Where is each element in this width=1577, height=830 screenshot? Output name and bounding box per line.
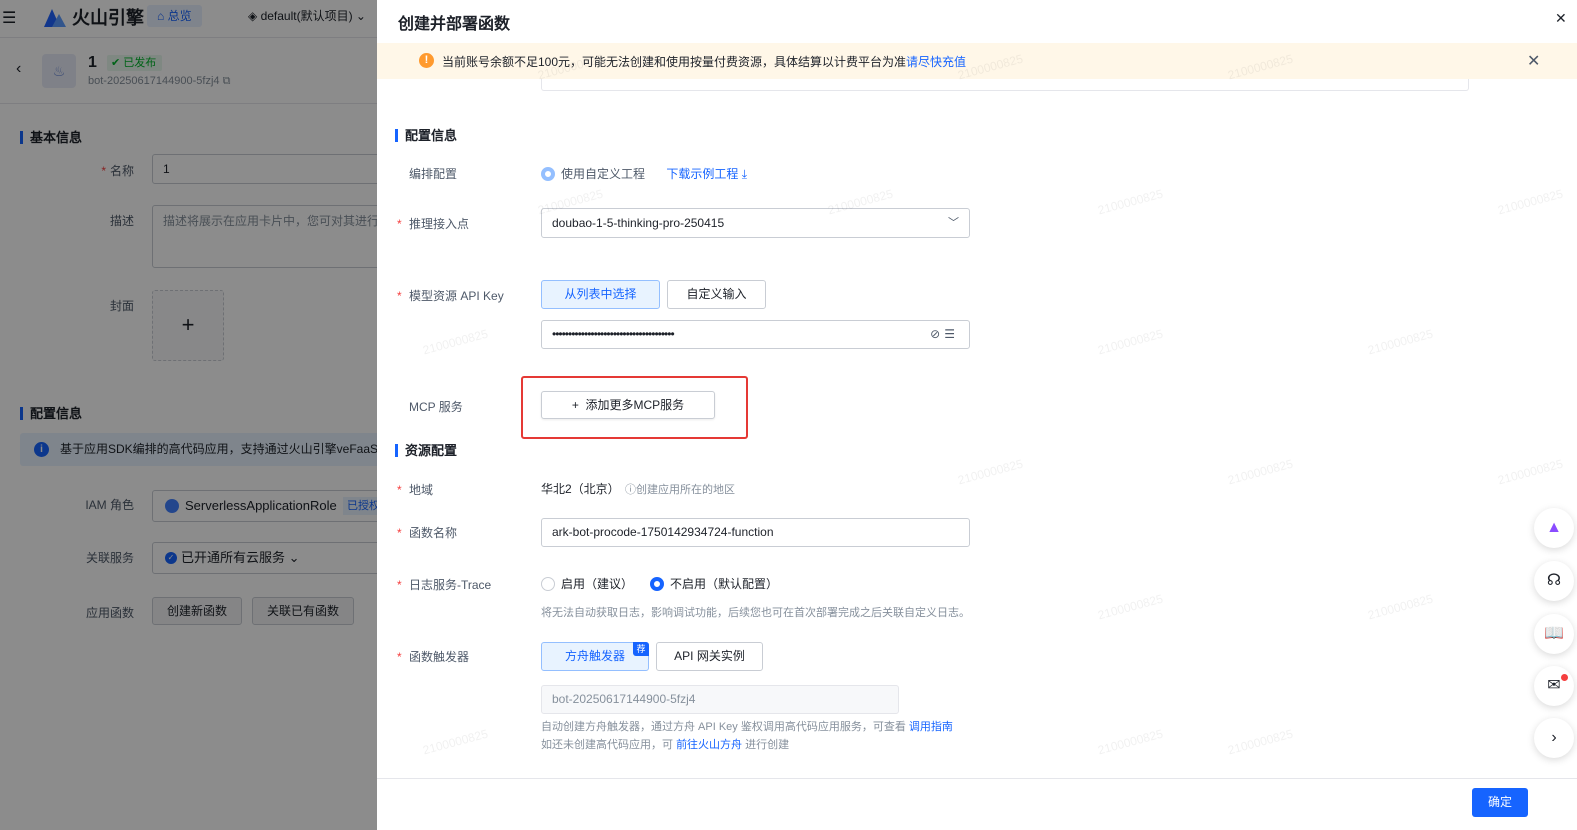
custom-input-button[interactable]: 自定义输入 [667, 280, 766, 309]
eye-off-icon[interactable]: ⊘ [930, 327, 944, 341]
call-guide-link[interactable]: 调用指南 [909, 721, 953, 733]
alert-message: 当前账号余额不足100元，可能无法创建和使用按量付费资源，具体结算以计费平台为准 [442, 55, 907, 69]
recharge-link[interactable]: 请尽快充值 [906, 55, 966, 69]
trigger-hint-1-text: 自动创建方舟触发器，通过方舟 API Key 鉴权调用高代码应用服务，可查看 [541, 721, 906, 733]
trigger-hint-1: 自动创建方舟触发器，通过方舟 API Key 鉴权调用高代码应用服务，可查看 调… [541, 718, 953, 734]
chevron-right-icon: › [1551, 729, 1557, 746]
download-icon: ⤓ [741, 167, 748, 181]
api-key-value: •••••••••••••••••••••••••••••••••••••• [552, 327, 675, 341]
orchestration-label: 编排配置 [397, 165, 457, 182]
watermark: 2100000825 [1496, 186, 1565, 218]
endpoint-label: * 推理接入点 [397, 217, 470, 231]
radio-unselected-icon[interactable] [541, 577, 555, 591]
list-icon[interactable]: ☰ [944, 327, 959, 341]
trigger-hint-2-text: 如还未创建高代码应用，可 [541, 739, 673, 751]
section-resource-config: 资源配置 [395, 444, 457, 457]
region-hint: ⓘ创建应用所在的地区 [625, 481, 735, 497]
download-sample-text: 下载示例工程 [666, 167, 739, 181]
trigger-hint-2: 如还未创建高代码应用，可 前往火山方舟 进行创建 [541, 736, 789, 752]
api-key-label-text: 模型资源 API Key [409, 289, 504, 303]
log-trace-hint: 将无法自动获取日志，影响调试功能，后续您也可在首次部署完成之后关联自定义日志。 [541, 607, 970, 619]
region-label-text: 地域 [409, 483, 434, 497]
watermark: 2100000825 [956, 456, 1025, 488]
function-name-input[interactable]: ark-bot-procode-1750142934724-function [541, 518, 970, 547]
close-icon[interactable]: ✕ [1555, 10, 1567, 27]
region-hint-text: 创建应用所在的地区 [636, 484, 735, 496]
api-key-input[interactable]: •••••••••••••••••••••••••••••••••••••• ⊘… [541, 320, 970, 349]
docs-button[interactable]: 📖 [1534, 614, 1574, 654]
alert-close-icon[interactable]: ✕ [1527, 51, 1540, 71]
section-config-info: 配置信息 [395, 129, 457, 142]
go-to-ark-link[interactable]: 前往火山方舟 [676, 739, 742, 751]
feedback-button[interactable]: ✉ [1534, 666, 1574, 706]
watermark: 2100000825 [1096, 726, 1165, 758]
book-icon: 📖 [1544, 625, 1564, 642]
trigger-label-text: 函数触发器 [409, 650, 470, 664]
plus-icon: + [571, 398, 579, 412]
watermark: 2100000825 [1366, 326, 1435, 358]
drawer-title: 创建并部署函数 [398, 16, 511, 33]
select-from-list-button[interactable]: 从列表中选择 [541, 280, 660, 309]
watermark: 2100000825 [1096, 326, 1165, 358]
mcp-label: MCP 服务 [397, 398, 463, 415]
ark-trigger-label: 方舟触发器 [564, 649, 625, 663]
watermark: 2100000825 [1226, 456, 1295, 488]
api-key-label: * 模型资源 API Key [397, 289, 504, 303]
orchestration-option-label: 使用自定义工程 [561, 167, 646, 181]
mcp-label-text: MCP 服务 [409, 400, 463, 414]
trigger-label: * 函数触发器 [397, 650, 470, 664]
watermark: 2100000825 [1496, 456, 1565, 488]
ai-assistant-button[interactable]: ▲ [1534, 508, 1574, 548]
headset-icon: ☊ [1546, 572, 1562, 589]
warning-icon: ! [419, 53, 434, 68]
log-trace-disable-option[interactable]: 不启用（默认配置） [650, 575, 778, 592]
radio-selected-icon[interactable] [650, 577, 664, 591]
watermark: 2100000825 [1096, 186, 1165, 218]
region-label: * 地域 [397, 483, 434, 497]
region-value: 华北2（北京） [541, 482, 620, 496]
endpoint-label-text: 推理接入点 [409, 217, 470, 231]
trigger-hint-2-suffix: 进行创建 [745, 739, 790, 751]
collapse-float-button[interactable]: › [1534, 718, 1574, 758]
create-deploy-drawer: 创建并部署函数 ✕ ! 当前账号余额不足100元，可能无法创建和使用按量付费资源… [377, 0, 1577, 830]
customer-service-button[interactable]: ☊ [1534, 561, 1574, 601]
log-disable-label: 不启用（默认配置） [670, 577, 779, 591]
add-mcp-service-button[interactable]: + 添加更多MCP服务 [541, 391, 715, 419]
watermark: 2100000825 [421, 726, 490, 758]
log-trace-enable-option[interactable]: 启用（建议） [541, 575, 633, 592]
notification-dot [1561, 674, 1568, 681]
balance-alert: ! 当前账号余额不足100元，可能无法创建和使用按量付费资源，具体结算以计费平台… [377, 43, 1577, 79]
chevron-down-icon: ﹀ [948, 217, 959, 229]
function-name-label: * 函数名称 [397, 526, 458, 540]
orchestration-option[interactable]: 使用自定义工程 下载示例工程 ⤓ [541, 165, 747, 182]
recommended-tag: 荐 [633, 642, 649, 656]
log-trace-label: * 日志服务-Trace [397, 578, 492, 592]
radio-selected-icon[interactable] [541, 167, 555, 181]
message-icon: ✉ [1547, 677, 1561, 694]
watermark: 2100000825 [1096, 591, 1165, 623]
info-circle-icon: ⓘ [625, 484, 636, 496]
download-sample-link[interactable]: 下载示例工程 ⤓ [666, 167, 747, 181]
watermark: 2100000825 [1366, 591, 1435, 623]
scrolled-input-edge [541, 79, 1469, 91]
endpoint-select[interactable]: doubao-1-5-thinking-pro-250415 ﹀ [541, 208, 970, 238]
orchestration-label-text: 编排配置 [409, 167, 458, 181]
confirm-button[interactable]: 确定 [1472, 788, 1528, 817]
api-gateway-button[interactable]: API 网关实例 [656, 642, 763, 671]
log-enable-label: 启用（建议） [561, 577, 634, 591]
endpoint-value: doubao-1-5-thinking-pro-250415 [552, 216, 725, 230]
function-name-label-text: 函数名称 [409, 526, 458, 540]
add-mcp-label: 添加更多MCP服务 [585, 398, 685, 412]
trigger-id-input: bot-20250617144900-5fzj4 [541, 685, 899, 714]
watermark: 2100000825 [1226, 726, 1295, 758]
ark-trigger-button[interactable]: 方舟触发器 荐 [541, 642, 649, 671]
log-trace-label-text: 日志服务-Trace [409, 578, 492, 592]
ai-sparkle-icon: ▲ [1546, 519, 1562, 536]
drawer-footer: 确定 [377, 778, 1577, 830]
watermark: 2100000825 [421, 326, 490, 358]
alert-text: 当前账号余额不足100元，可能无法创建和使用按量付费资源，具体结算以计费平台为准… [442, 53, 966, 70]
